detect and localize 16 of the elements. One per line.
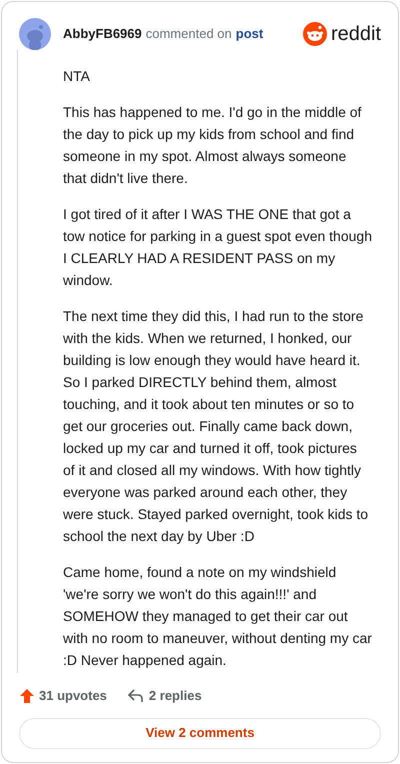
avatar-icon <box>19 18 51 50</box>
comment-paragraph: NTA <box>63 67 91 86</box>
reply-arrow-icon[interactable] <box>126 688 145 704</box>
post-link[interactable]: post <box>236 24 264 44</box>
upvote-count: 31 upvotes <box>39 687 107 705</box>
comment-paragraph: This has happened to me. I'd go in the middle of the day to pick up my kids from school and find someone in my spot. Almost always someone that didn't live there. <box>63 103 362 188</box>
comment-paragraph: I got tired of it after I WAS THE ONE that got a tow notice for parking in a guest spot even though I CLEARLY HAD A RESIDENT PASS on my window. <box>63 205 372 290</box>
author-name[interactable]: AbbyFB6969 <box>63 24 142 44</box>
upvote-arrow-icon[interactable] <box>19 688 35 704</box>
action-text: commented on <box>146 25 232 44</box>
reply-count: 2 replies <box>148 687 202 705</box>
comment-paragraph: Came home, found a note on my windshield 'we're sorry we won't do this again!!!' and SOMEHOW they managed to get their car out with no room to maneuver, without denting my car :D Never happened again. <box>63 563 372 670</box>
reddit-logo-icon <box>302 22 327 46</box>
view-comments-button[interactable]: View 2 comments <box>19 718 381 748</box>
brand-name: reddit <box>330 24 381 44</box>
comment-paragraph: The next time they did this, I had run to the store with the kids. When we returned, I honked, our building is low enough they would have heard it. So I parked DIRECTLY behind them, almost touching, and it took about ten minutes or so to get our groceries out. Finally came back down, locked up my car and turned it off, took pictures of it and closed all my windows. With how tightly everyone was parked around each other, they were stuck. Stayed parked overnight, took kids to school the next day by Uber :D <box>63 307 370 546</box>
